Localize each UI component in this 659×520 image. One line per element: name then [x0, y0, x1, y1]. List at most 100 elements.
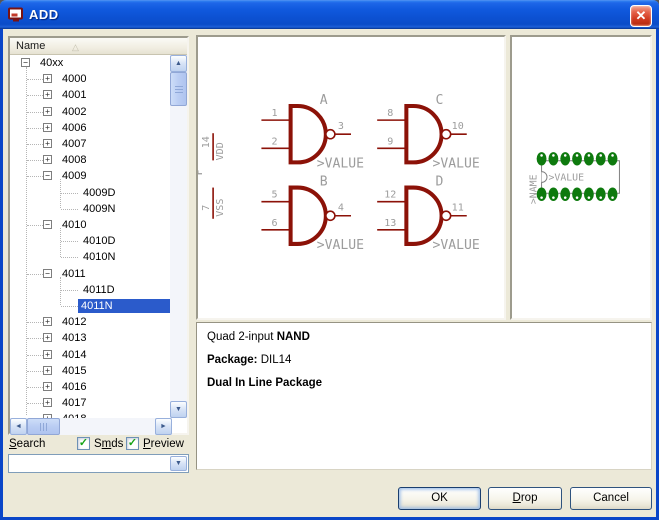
tree-item-label[interactable]: 4013: [59, 331, 89, 345]
tree-item-4011[interactable]: −4011: [10, 266, 172, 282]
preview-checkbox[interactable]: ✓ Preview: [126, 437, 184, 450]
tree-item-4009D[interactable]: 4009D: [10, 185, 172, 201]
expand-icon[interactable]: +: [43, 398, 52, 407]
tree-vertical-scrollbar[interactable]: ▲ ▼: [170, 55, 187, 418]
tree-item-label[interactable]: 4010: [59, 218, 89, 232]
expand-icon[interactable]: +: [43, 155, 52, 164]
expand-icon[interactable]: +: [43, 107, 52, 116]
tree-item-label[interactable]: 4010D: [80, 234, 118, 248]
scroll-left-button[interactable]: ◄: [10, 418, 27, 435]
tree-horizontal-scrollbar[interactable]: ◄ ►: [10, 418, 172, 435]
tree-item-4010N[interactable]: 4010N: [10, 249, 172, 265]
tree-item-label[interactable]: 4000: [59, 72, 89, 86]
expand-icon[interactable]: +: [43, 366, 52, 375]
tree-item-4012[interactable]: +4012: [10, 314, 172, 330]
tree-item-4001[interactable]: +4001: [10, 87, 172, 103]
tree-item-4009[interactable]: −4009: [10, 168, 172, 184]
tree-item-label[interactable]: 4016: [59, 380, 89, 394]
tree-item-label[interactable]: 4006: [59, 121, 89, 135]
drop-button[interactable]: Drop: [488, 487, 562, 510]
description-panel: Quad 2-input NAND Package: DIL14 Dual In…: [196, 322, 652, 470]
tree-item-4015[interactable]: +4015: [10, 363, 172, 379]
tree-item-label[interactable]: 4011N: [78, 299, 172, 313]
expand-icon[interactable]: +: [43, 317, 52, 326]
tree-item-label[interactable]: 4014: [59, 348, 89, 362]
expand-icon[interactable]: +: [43, 90, 52, 99]
tree-item-label[interactable]: 40xx: [37, 56, 66, 70]
tree-item-label[interactable]: 4002: [59, 105, 89, 119]
expand-icon[interactable]: +: [43, 139, 52, 148]
description-line-2: Package: DIL14: [207, 354, 641, 366]
tree-item-40xx[interactable]: −40xx: [10, 55, 172, 71]
tree-item-label[interactable]: 4012: [59, 315, 89, 329]
tree-connector-stub: [27, 112, 43, 113]
pin-number: 12: [384, 190, 396, 201]
tree-item-4011N[interactable]: 4011N: [10, 298, 172, 314]
gate-label: D: [436, 175, 444, 190]
close-button[interactable]: ✕: [630, 5, 652, 27]
tree-item-4008[interactable]: +4008: [10, 152, 172, 168]
smds-checkbox[interactable]: ✓ Smds: [77, 437, 123, 450]
expand-icon[interactable]: +: [43, 333, 52, 342]
tree-item-4011D[interactable]: 4011D: [10, 282, 172, 298]
ok-button[interactable]: OK: [398, 487, 481, 510]
tree-connector-stub: [61, 306, 78, 307]
description-line-1: Quad 2-input NAND: [207, 331, 641, 343]
expand-icon[interactable]: +: [43, 123, 52, 132]
expand-icon[interactable]: +: [43, 350, 52, 359]
tree-item-label[interactable]: 4009N: [80, 202, 118, 216]
tree-item-4016[interactable]: +4016: [10, 379, 172, 395]
cancel-button[interactable]: Cancel: [570, 487, 652, 510]
tree-item-label[interactable]: 4010N: [80, 250, 118, 264]
pad-drill-mark: [540, 154, 543, 157]
collapse-icon[interactable]: −: [43, 269, 52, 278]
tree-item-label[interactable]: 4011: [59, 267, 89, 281]
tree-item-label[interactable]: 4015: [59, 364, 89, 378]
tree-item-label[interactable]: 4009: [59, 169, 89, 183]
tree-item-label[interactable]: 4007: [59, 137, 89, 151]
search-combobox: ▼: [8, 454, 189, 473]
tree-item-4014[interactable]: +4014: [10, 347, 172, 363]
tree-item-4010[interactable]: −4010: [10, 217, 172, 233]
tree-item-label[interactable]: 4008: [59, 153, 89, 167]
combo-dropdown-button[interactable]: ▼: [170, 456, 187, 471]
tree-item-4013[interactable]: +4013: [10, 330, 172, 346]
description-text: DIL14: [258, 354, 292, 366]
tree-item-label[interactable]: 4009D: [80, 186, 118, 200]
smds-label-text: ds: [111, 438, 123, 450]
tree-item-4018[interactable]: +4018: [10, 411, 172, 418]
vertical-scrollbar-thumb[interactable]: [170, 72, 187, 106]
expand-icon[interactable]: +: [43, 382, 52, 391]
inversion-bubble: [442, 130, 451, 139]
checkbox-box[interactable]: ✓: [77, 437, 90, 450]
check-icon: ✓: [79, 437, 88, 449]
scroll-down-button[interactable]: ▼: [170, 401, 187, 418]
tree-column-header[interactable]: Name △: [10, 38, 187, 55]
tree-item-label[interactable]: 4001: [59, 88, 89, 102]
scroll-up-button[interactable]: ▲: [170, 55, 187, 72]
tree-item-4009N[interactable]: 4009N: [10, 201, 172, 217]
collapse-icon[interactable]: −: [43, 171, 52, 180]
tree-item-4006[interactable]: +4006: [10, 120, 172, 136]
pad: [572, 152, 582, 165]
tree-item-label[interactable]: 4017: [59, 396, 89, 410]
checkbox-box[interactable]: ✓: [126, 437, 139, 450]
tree-item-4010D[interactable]: 4010D: [10, 233, 172, 249]
collapse-icon[interactable]: −: [21, 58, 30, 67]
scroll-right-button[interactable]: ►: [155, 418, 172, 435]
horizontal-scrollbar-thumb[interactable]: [27, 418, 60, 435]
tree-connector-stub: [27, 387, 43, 388]
tree-item-4007[interactable]: +4007: [10, 136, 172, 152]
tree-item-4000[interactable]: +4000: [10, 71, 172, 87]
tree-item-4017[interactable]: +4017: [10, 395, 172, 411]
smds-label: Smds: [94, 438, 123, 450]
collapse-icon[interactable]: −: [43, 220, 52, 229]
tree-item-4002[interactable]: +4002: [10, 104, 172, 120]
pad-drill-mark: [599, 196, 602, 199]
tree-connector-stub: [27, 403, 43, 404]
smds-label-text: S: [94, 438, 102, 450]
expand-icon[interactable]: +: [43, 74, 52, 83]
tree-item-label[interactable]: 4011D: [80, 283, 118, 297]
search-input[interactable]: [11, 456, 169, 471]
tree-connector-stub: [27, 95, 43, 96]
